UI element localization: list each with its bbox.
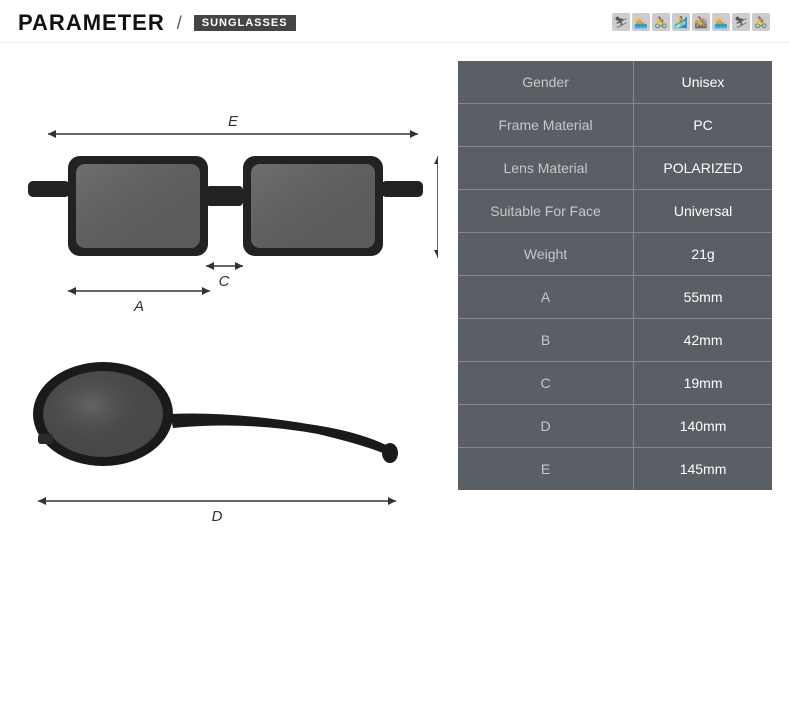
spec-value: Unisex (634, 61, 772, 104)
spec-value: 42mm (634, 319, 772, 362)
main-content: E B C A (0, 43, 790, 718)
specs-table: Gender Unisex Frame Material PC Lens Mat… (458, 61, 772, 490)
header: PARAMETER / SUNGLASSES ⛷ 🏊 🚴 🏄 🚵 🏊 ⛷ 🚴 (0, 0, 790, 43)
svg-text:🚵: 🚵 (694, 16, 708, 29)
spec-label: B (458, 319, 634, 362)
header-slash: / (177, 13, 182, 34)
spec-row: Gender Unisex (458, 61, 772, 104)
sunglass-side-svg: D (18, 336, 438, 526)
sunglass-side-view: D (18, 331, 438, 531)
spec-label: Frame Material (458, 104, 634, 147)
svg-text:🏊: 🏊 (634, 17, 648, 29)
spec-value: Universal (634, 190, 772, 233)
spec-label: Gender (458, 61, 634, 104)
spec-row: Weight 21g (458, 233, 772, 276)
spec-value: 21g (634, 233, 772, 276)
category-badge: SUNGLASSES (194, 15, 296, 31)
spec-label: E (458, 448, 634, 491)
svg-text:D: D (212, 508, 223, 525)
spec-row: A 55mm (458, 276, 772, 319)
svg-text:⛷: ⛷ (614, 17, 628, 29)
spec-value: PC (634, 104, 772, 147)
left-panel: E B C A (18, 61, 438, 708)
spec-value: POLARIZED (634, 147, 772, 190)
spec-row: Frame Material PC (458, 104, 772, 147)
svg-text:🏄: 🏄 (674, 16, 688, 29)
header-left: PARAMETER / SUNGLASSES (18, 10, 296, 36)
spec-row: Lens Material POLARIZED (458, 147, 772, 190)
spec-label: D (458, 405, 634, 448)
page-title: PARAMETER (18, 10, 165, 36)
svg-text:⛷: ⛷ (734, 17, 748, 29)
spec-value: 55mm (634, 276, 772, 319)
spec-row: E 145mm (458, 448, 772, 491)
spec-label: Suitable For Face (458, 190, 634, 233)
svg-text:A: A (133, 298, 144, 315)
spec-value: 145mm (634, 448, 772, 491)
svg-text:🚴: 🚴 (654, 16, 668, 29)
activity-icons: ⛷ 🏊 🚴 🏄 🚵 🏊 ⛷ 🚴 (612, 12, 772, 34)
svg-text:🏊: 🏊 (714, 17, 728, 29)
svg-text:C: C (219, 273, 230, 290)
spec-label: Lens Material (458, 147, 634, 190)
spec-row: B 42mm (458, 319, 772, 362)
spec-row: Suitable For Face Universal (458, 190, 772, 233)
spec-row: D 140mm (458, 405, 772, 448)
activity-icons-svg: ⛷ 🏊 🚴 🏄 🚵 🏊 ⛷ 🚴 (612, 12, 772, 34)
svg-text:🚴: 🚴 (754, 16, 768, 29)
sunglass-top-view: E B C A (18, 61, 438, 341)
right-panel: Gender Unisex Frame Material PC Lens Mat… (458, 61, 772, 708)
svg-text:E: E (228, 113, 239, 130)
spec-label: C (458, 362, 634, 405)
spec-row: C 19mm (458, 362, 772, 405)
spec-value: 19mm (634, 362, 772, 405)
spec-value: 140mm (634, 405, 772, 448)
spec-label: Weight (458, 233, 634, 276)
spec-label: A (458, 276, 634, 319)
sunglass-top-svg: E B C A (18, 66, 438, 336)
